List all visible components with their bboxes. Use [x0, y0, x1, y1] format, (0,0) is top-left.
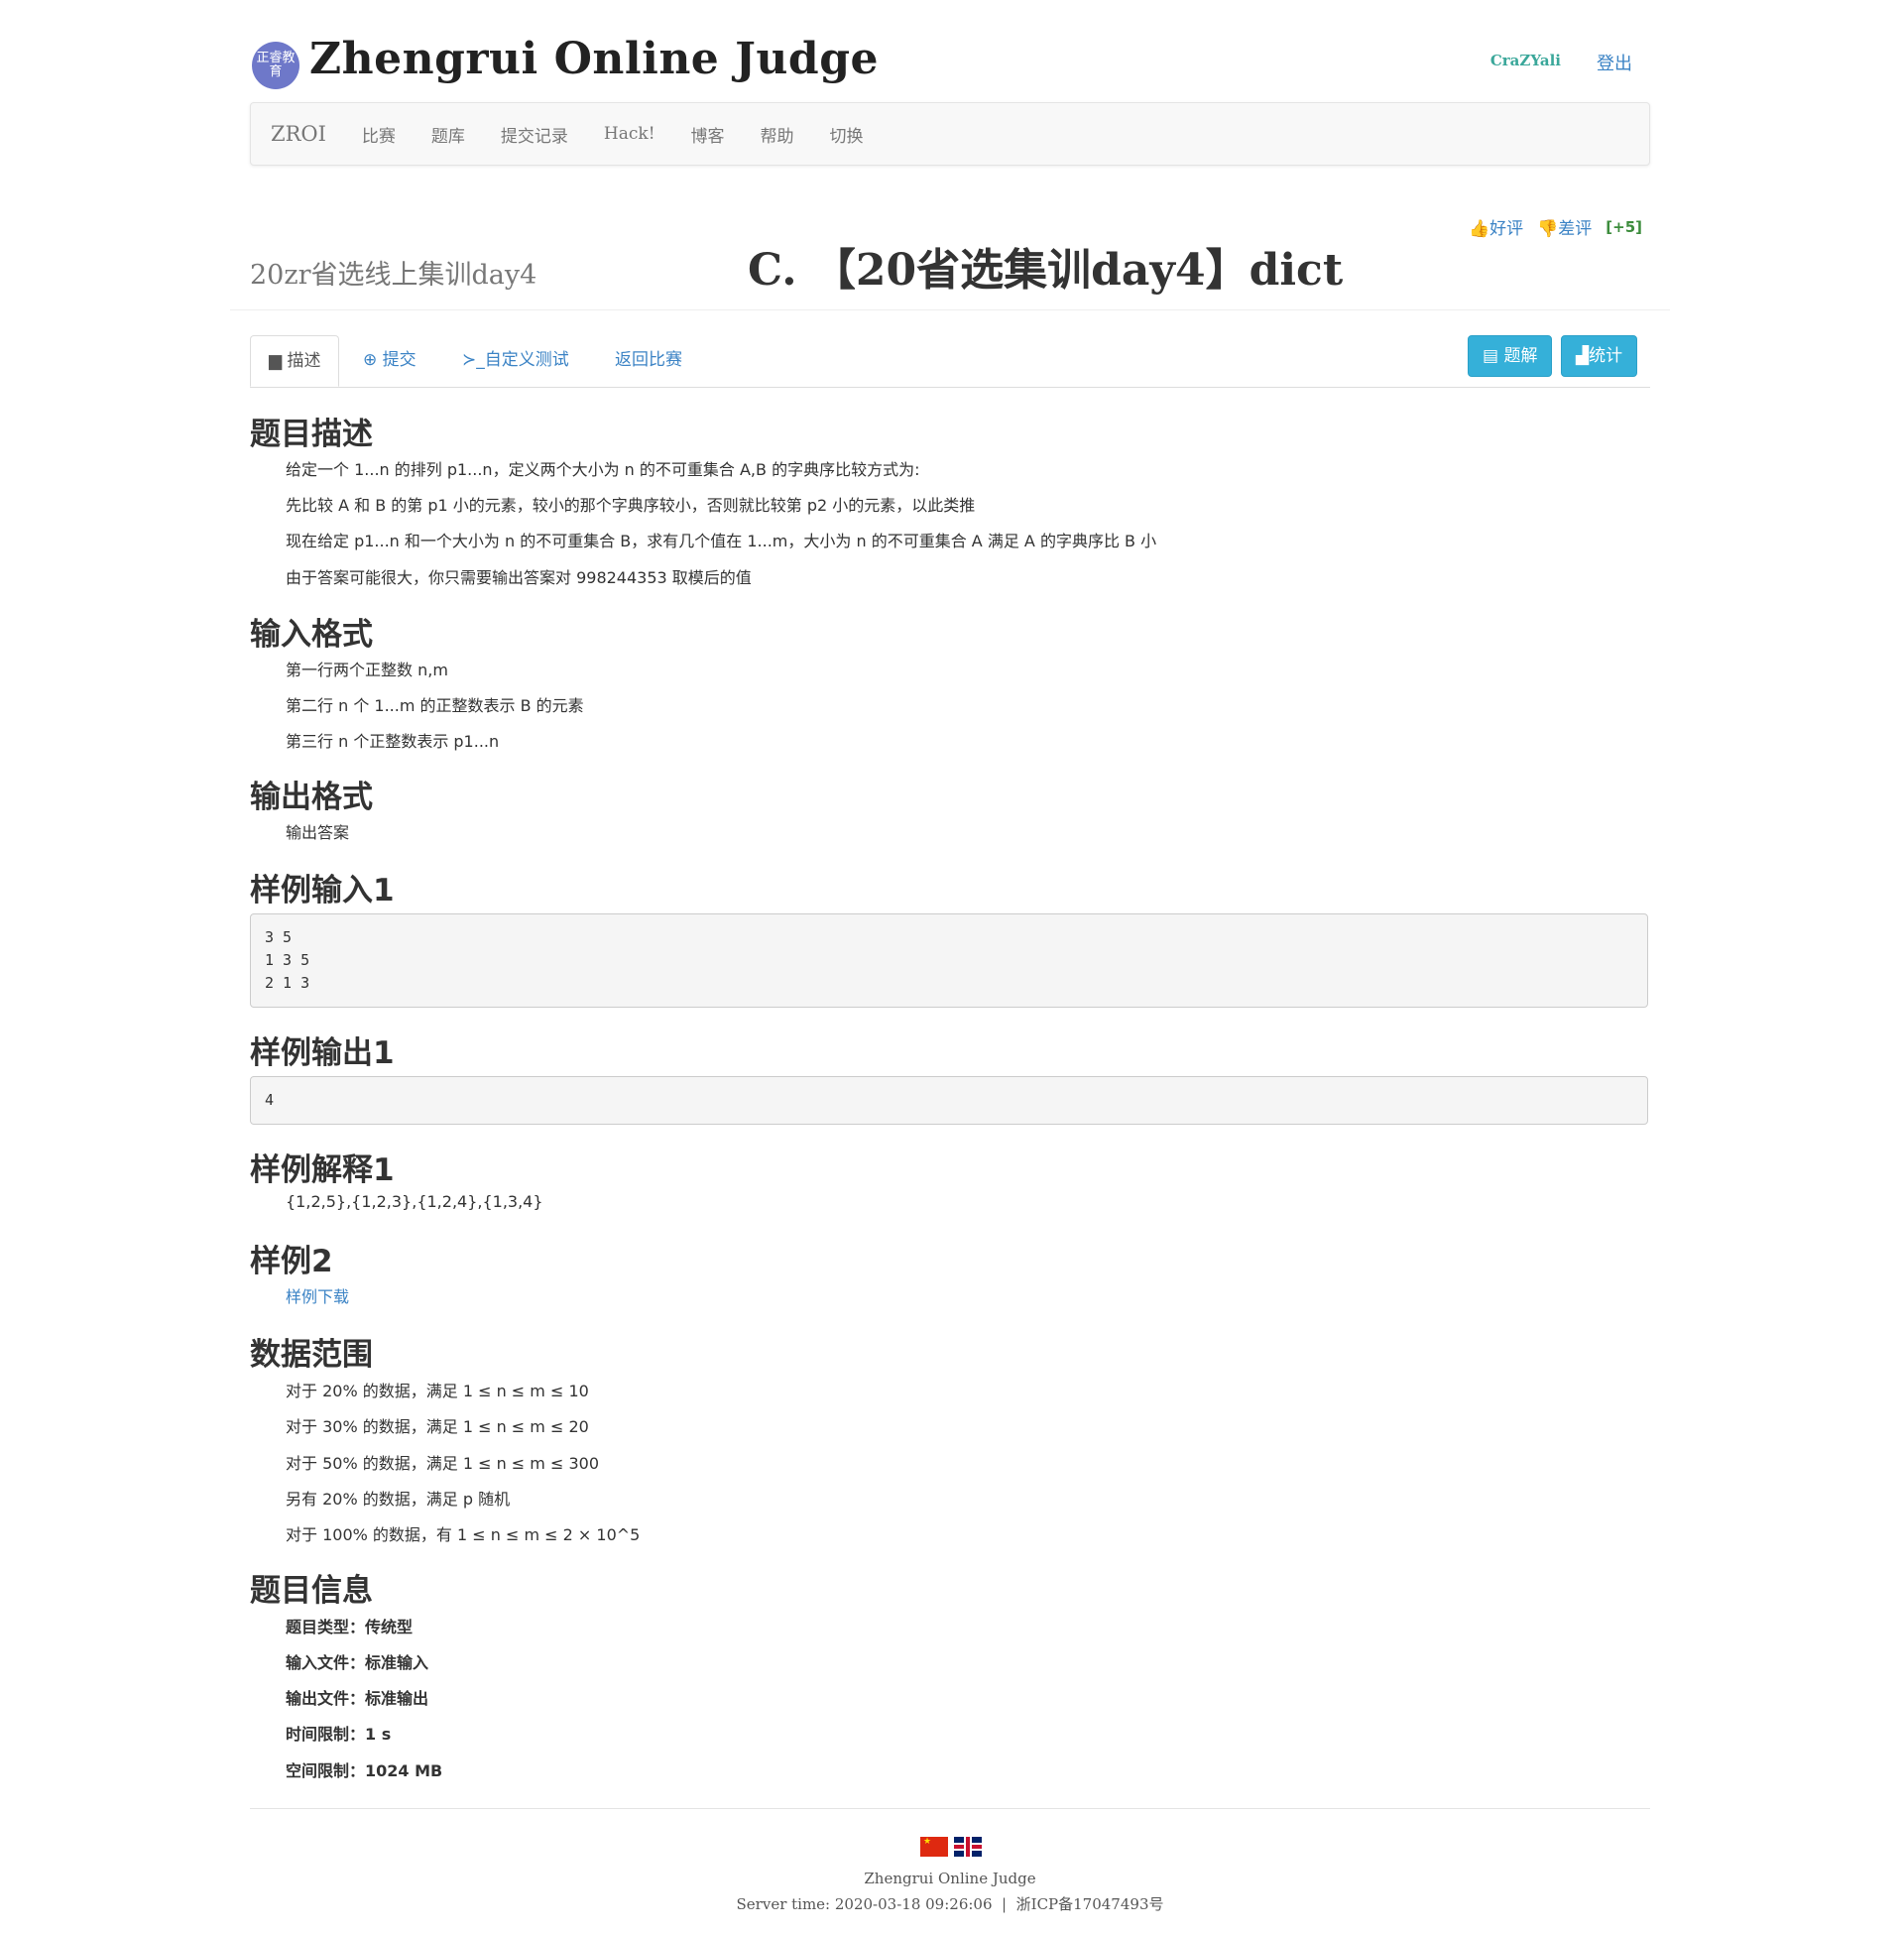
problem-tabs: ▆ 描述 ⊕ 提交 ≻_自定义测试 返回比赛 ▤ 题解 ▟统计 [250, 335, 1650, 388]
console-icon: ≻_ [462, 350, 485, 370]
uk-flag-icon[interactable] [954, 1837, 982, 1857]
data-range-line: 另有 20% 的数据，满足 p 随机 [286, 1490, 511, 1509]
solution-button[interactable]: ▤ 题解 [1468, 335, 1553, 377]
section-title-info: 题目信息 [250, 1573, 373, 1609]
downvote-label: 差评 [1558, 219, 1593, 239]
section-title-input: 输入格式 [250, 617, 373, 653]
language-switcher [920, 1837, 982, 1857]
info-type: 题目类型：传统型 [286, 1618, 414, 1636]
sample-download-link[interactable]: 样例下载 [286, 1287, 349, 1306]
section-title-output: 输出格式 [250, 780, 373, 815]
site-logo[interactable]: 正睿教育 [252, 42, 299, 89]
info-input-file: 输入文件：标准输入 [286, 1653, 429, 1672]
description-line: 由于答案可能很大，你只需要输出答案对 998244353 取模后的值 [286, 568, 752, 587]
nav-brand[interactable]: ZROI [271, 122, 326, 146]
bar-chart-icon: ▟ [1576, 346, 1590, 366]
info-time-limit: 时间限制：1 s [286, 1725, 392, 1744]
nav-item-switch[interactable]: 切换 [830, 122, 864, 147]
china-flag-icon[interactable] [920, 1837, 948, 1857]
downvote-button[interactable]: 👎差评 [1537, 214, 1592, 239]
section-title-sample-output: 样例输出1 [250, 1035, 395, 1071]
logo-text: 正睿教育 [256, 51, 296, 79]
problem-title: C. 【20省选集训day4】dict [748, 245, 1344, 296]
upload-icon: ⊕ [363, 350, 378, 370]
footer-divider [250, 1808, 1650, 1809]
icp-link[interactable]: 浙ICP备17047493号 [1016, 1895, 1164, 1913]
section-title-sample-input: 样例输入1 [250, 873, 395, 908]
thumbs-up-icon: 👍 [1468, 219, 1490, 239]
nav-item-help[interactable]: 帮助 [761, 122, 794, 147]
header-divider [230, 309, 1670, 310]
upvote-label: 好评 [1489, 219, 1524, 239]
book-icon: ▆ [269, 351, 283, 371]
stats-button-label: 统计 [1589, 346, 1623, 366]
tab-description-label: 描述 [287, 351, 321, 371]
section-title-sample-explain: 样例解释1 [250, 1152, 395, 1188]
nav-item-hack[interactable]: Hack! [604, 124, 655, 144]
data-range-line: 对于 100% 的数据，有 1 ≤ n ≤ m ≤ 2 × 10^5 [286, 1525, 641, 1544]
sample-output-block[interactable]: 4 [250, 1076, 1648, 1125]
data-range-line: 对于 50% 的数据，满足 1 ≤ n ≤ m ≤ 300 [286, 1454, 600, 1473]
file-icon: ▤ [1483, 346, 1499, 366]
section-title-description: 题目描述 [250, 417, 373, 452]
tab-description[interactable]: ▆ 描述 [250, 335, 340, 387]
nav-item-blog[interactable]: 博客 [691, 122, 725, 147]
tab-back-to-contest[interactable]: 返回比赛 [597, 335, 700, 385]
username-link[interactable]: CraZYali [1490, 52, 1561, 69]
data-range-line: 对于 20% 的数据，满足 1 ≤ n ≤ m ≤ 10 [286, 1382, 589, 1400]
server-time: Server time: 2020-03-18 09:26:06 [736, 1895, 993, 1913]
upvote-button[interactable]: 👍好评 [1469, 214, 1523, 239]
logout-link[interactable]: 登出 [1597, 50, 1632, 75]
nav-item-problems[interactable]: 题库 [431, 122, 465, 147]
data-range-line: 对于 30% 的数据，满足 1 ≤ n ≤ m ≤ 20 [286, 1417, 589, 1436]
info-output-file: 输出文件：标准输出 [286, 1689, 429, 1708]
input-format-line: 第三行 n 个正整数表示 p1...n [286, 732, 500, 751]
input-format-line: 第一行两个正整数 n,m [286, 661, 448, 679]
output-format-line: 输出答案 [286, 823, 350, 842]
nav-item-contests[interactable]: 比赛 [362, 122, 396, 147]
sample-explain-line: {1,2,5},{1,2,3},{1,2,4},{1,3,4} [286, 1192, 543, 1211]
site-header: 正睿教育 Zhengrui Online Judge CraZYali 登出 [250, 34, 1650, 93]
solution-button-label: 题解 [1503, 346, 1538, 366]
main-navbar: ZROI 比赛 题库 提交记录 Hack! 博客 帮助 切换 [250, 102, 1650, 166]
description-line: 给定一个 1...n 的排列 p1...n，定义两个大小为 n 的不可重集合 A… [286, 460, 920, 479]
stats-button[interactable]: ▟统计 [1561, 335, 1638, 377]
vote-bar: 👍好评 👎差评 [+5] [1469, 214, 1642, 240]
description-line: 先比较 A 和 B 的第 p1 小的元素，较小的那个字典序较小，否则就比较第 p… [286, 496, 976, 515]
nav-item-submissions[interactable]: 提交记录 [501, 122, 568, 147]
tab-custom-test[interactable]: ≻_自定义测试 [444, 335, 587, 385]
contest-name[interactable]: 20zr省选线上集训day4 [250, 253, 536, 292]
tab-submit-label: 提交 [382, 350, 416, 370]
section-title-data-range: 数据范围 [250, 1337, 373, 1373]
tab-custom-test-label: 自定义测试 [484, 350, 569, 370]
sample-input-block[interactable]: 3 5 1 3 5 2 1 3 [250, 913, 1648, 1008]
info-memory-limit: 空间限制：1024 MB [286, 1761, 443, 1780]
footer-info: Server time: 2020-03-18 09:26:06 | 浙ICP备… [736, 1895, 1164, 1913]
site-title[interactable]: Zhengrui Online Judge [309, 34, 879, 84]
vote-score: [+5] [1606, 217, 1642, 236]
input-format-line: 第二行 n 个 1...m 的正整数表示 B 的元素 [286, 696, 584, 715]
description-line: 现在给定 p1...n 和一个大小为 n 的不可重集合 B，求有几个值在 1..… [286, 532, 1157, 550]
footer-site-name: Zhengrui Online Judge [864, 1870, 1036, 1887]
thumbs-down-icon: 👎 [1537, 219, 1559, 239]
section-title-sample2: 样例2 [250, 1244, 333, 1279]
tab-submit[interactable]: ⊕ 提交 [345, 335, 434, 385]
